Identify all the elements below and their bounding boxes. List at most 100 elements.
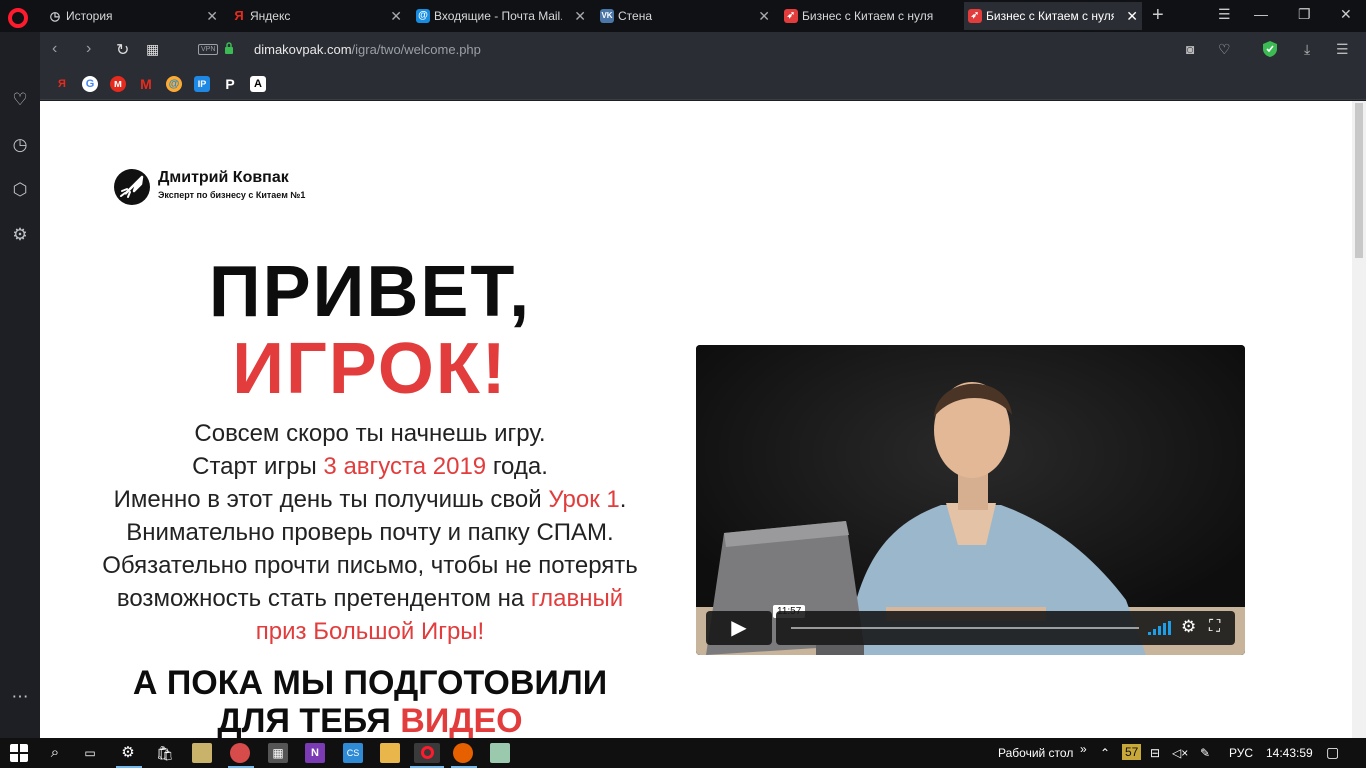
- close-icon[interactable]: ✕: [758, 2, 770, 30]
- heart-icon[interactable]: ♡: [1218, 41, 1231, 58]
- grand-prize-highlight: приз Большой Игры: [255, 618, 478, 645]
- tab-mail[interactable]: @ Входящие - Почта Mail.Ru ✕: [412, 2, 590, 30]
- folder-icon[interactable]: [380, 743, 400, 763]
- tab-title: Бизнес с Китаем с нуля: [802, 9, 934, 23]
- forward-button[interactable]: ›: [86, 40, 91, 58]
- file-manager-icon[interactable]: [192, 743, 212, 763]
- speed-dial-icon[interactable]: ▦: [146, 41, 159, 58]
- tab-title: Яндекс: [250, 9, 291, 23]
- bookmark-gmail[interactable]: M: [138, 76, 154, 92]
- gear-icon[interactable]: ⚙: [10, 225, 30, 245]
- opera-taskbar-icon[interactable]: [414, 743, 440, 763]
- back-button[interactable]: ‹: [52, 40, 57, 58]
- close-icon[interactable]: ✕: [390, 2, 402, 30]
- store-icon[interactable]: 🛍: [155, 743, 175, 763]
- page-scrollbar[interactable]: [1352, 101, 1366, 738]
- intro-line: Именно в этот день ты получишь свой Урок…: [113, 486, 627, 513]
- cube-icon[interactable]: ⬡: [10, 180, 30, 200]
- tray-overflow-icon[interactable]: ⌃: [1100, 746, 1110, 760]
- tab-business-1[interactable]: ➶ Бизнес с Китаем с нуля: [780, 2, 958, 30]
- language-indicator[interactable]: РУС: [1229, 746, 1253, 760]
- notifications-icon[interactable]: ▢: [1326, 744, 1339, 761]
- minimize-button[interactable]: —: [1254, 6, 1268, 22]
- pen-icon[interactable]: ✎: [1200, 746, 1210, 760]
- clock[interactable]: 14:43:59: [1266, 746, 1313, 760]
- windows-start-icon[interactable]: [10, 744, 28, 762]
- download-icon[interactable]: ⤓: [1304, 41, 1310, 58]
- intro-line: Старт игры 3 августа 2019 года.: [192, 453, 548, 480]
- tab-title: Стена: [618, 9, 653, 23]
- tab-title: Входящие - Почта Mail.Ru: [434, 9, 562, 23]
- brand-name[interactable]: Дмитрий Ковпак: [158, 169, 289, 187]
- tab-business-2[interactable]: ➶ Бизнес с Китаем с нуля ✕: [964, 2, 1142, 30]
- clock-icon: ◷: [49, 9, 61, 23]
- vk-icon: VK: [600, 9, 614, 23]
- desktop-toolbar-label[interactable]: Рабочий стол: [998, 746, 1073, 760]
- hero-heading-line1: ПРИВЕТ,: [208, 252, 532, 332]
- search-icon[interactable]: ⌕: [45, 743, 65, 763]
- bookmark-p[interactable]: P: [222, 76, 238, 92]
- tab-vk[interactable]: VK Стена ✕: [596, 2, 774, 30]
- bookmark-a[interactable]: A: [250, 76, 266, 92]
- history-clock-icon[interactable]: ◷: [10, 135, 30, 155]
- restore-button[interactable]: ❐: [1298, 6, 1311, 23]
- vpn-badge[interactable]: VPN: [198, 44, 219, 55]
- reload-icon[interactable]: ↻: [116, 40, 129, 60]
- firefox-icon[interactable]: [453, 743, 473, 763]
- tab-menu-icon[interactable]: ☰: [1218, 6, 1231, 23]
- fullscreen-icon[interactable]: ⛶: [1209, 618, 1220, 636]
- close-icon[interactable]: ✕: [1126, 2, 1138, 30]
- heart-icon[interactable]: ♡: [10, 90, 30, 110]
- network-icon[interactable]: CS: [343, 743, 363, 763]
- play-button[interactable]: ▶: [706, 611, 772, 645]
- tray-counter-badge[interactable]: 57: [1122, 744, 1142, 760]
- intro-line: возможность стать претендентом на главны…: [116, 585, 624, 612]
- sidebar: ♡ ◷ ⬡ ⚙ ⋯: [0, 32, 40, 738]
- volume-icon[interactable]: [1148, 621, 1172, 635]
- intro-line: Обязательно прочти письмо, чтобы не поте…: [102, 552, 638, 579]
- video-player[interactable]: 11:57 ▶ ⚙ ⛶: [696, 345, 1245, 655]
- bookmark-ip[interactable]: IP: [194, 76, 210, 92]
- opera-menu-icon[interactable]: [8, 8, 28, 28]
- calculator-icon[interactable]: ▦: [268, 743, 288, 763]
- bookmark-m-small[interactable]: м: [110, 76, 126, 92]
- new-tab-button[interactable]: +: [1152, 4, 1164, 27]
- close-window-button[interactable]: ✕: [1340, 6, 1352, 23]
- onenote-icon[interactable]: N: [305, 743, 325, 763]
- intro-line: приз Большой Игры!: [255, 618, 485, 645]
- bookmark-yandex[interactable]: Я: [54, 76, 70, 92]
- scrollbar-thumb[interactable]: [1355, 103, 1363, 258]
- rocket-icon: ➶: [784, 9, 798, 23]
- network-tray-icon[interactable]: ⊟: [1150, 746, 1160, 760]
- yandex-icon: Я: [234, 8, 244, 23]
- tab-yandex[interactable]: Я Яндекс ✕: [228, 2, 406, 30]
- intro-line: Совсем скоро ты начнешь игру.: [194, 420, 546, 447]
- rocket-icon: ➶: [968, 9, 982, 23]
- rocket-logo-icon[interactable]: [112, 167, 152, 207]
- url-field[interactable]: dimakovpak.com/igra/two/welcome.php: [254, 42, 481, 57]
- settings-icon[interactable]: ⚙: [118, 743, 138, 763]
- more-icon[interactable]: ⋯: [10, 687, 30, 707]
- close-icon[interactable]: ✕: [206, 2, 218, 30]
- shield-icon[interactable]: [1262, 40, 1278, 58]
- hero-heading-line2: ИГРОК!: [232, 329, 508, 409]
- close-icon[interactable]: ✕: [574, 2, 586, 30]
- video-progress-bar[interactable]: [791, 627, 1139, 629]
- video-controls: ⚙ ⛶: [776, 611, 1235, 645]
- tab-title: История: [66, 9, 113, 23]
- bookmarks-bar: Я G м M @ IP P A: [40, 68, 1366, 100]
- easy-setup-icon[interactable]: ☰: [1336, 41, 1349, 58]
- notepad-icon[interactable]: [490, 743, 510, 763]
- bookmark-google[interactable]: G: [82, 76, 98, 92]
- start-date: 3 августа 2019: [323, 453, 487, 480]
- task-view-icon[interactable]: ▭: [80, 743, 100, 763]
- brand-tagline: Эксперт по бизнесу с Китаем №1: [158, 190, 306, 200]
- settings-gear-icon[interactable]: ⚙: [1181, 617, 1196, 637]
- speaker-muted-icon[interactable]: ◁×: [1172, 746, 1188, 760]
- tab-history[interactable]: ◷ История ✕: [44, 2, 222, 30]
- bookmark-mailru[interactable]: @: [166, 76, 182, 92]
- paint-icon[interactable]: [230, 743, 250, 763]
- desktop-toolbar-chevron[interactable]: »: [1080, 742, 1087, 756]
- tab-strip: ◷ История ✕ Я Яндекс ✕ @ Входящие - Почт…: [0, 0, 1366, 32]
- camera-icon[interactable]: ◙: [1186, 41, 1194, 57]
